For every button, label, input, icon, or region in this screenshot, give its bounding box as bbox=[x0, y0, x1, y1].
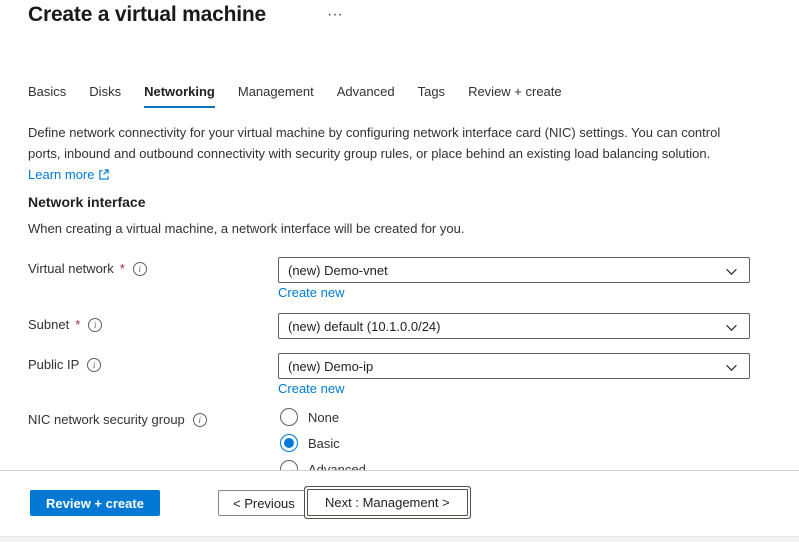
external-link-icon bbox=[98, 169, 109, 180]
public-ip-label: Public IP bbox=[28, 357, 101, 372]
virtual-network-dropdown[interactable]: (new) Demo-vnet bbox=[278, 257, 750, 283]
next-management-button[interactable]: Next : Management > bbox=[307, 489, 468, 516]
tab-review-create[interactable]: Review + create bbox=[468, 84, 562, 108]
radio-icon bbox=[280, 408, 298, 426]
previous-button[interactable]: < Previous bbox=[218, 490, 310, 516]
info-icon[interactable] bbox=[133, 262, 147, 276]
nic-nsg-label-text: NIC network security group bbox=[28, 412, 185, 427]
subnet-value: (new) default (10.1.0.0/24) bbox=[288, 319, 440, 334]
public-ip-value: (new) Demo-ip bbox=[288, 359, 373, 374]
tab-tags[interactable]: Tags bbox=[418, 84, 445, 108]
info-icon[interactable] bbox=[193, 413, 207, 427]
radio-option-none[interactable]: None bbox=[280, 408, 366, 426]
tab-disks[interactable]: Disks bbox=[89, 84, 121, 108]
wizard-tabs: Basics Disks Networking Management Advan… bbox=[28, 84, 562, 108]
more-options-icon[interactable]: ··· bbox=[327, 5, 343, 25]
radio-selected-icon bbox=[280, 434, 298, 452]
page-title: Create a virtual machine bbox=[28, 3, 266, 27]
virtual-network-value: (new) Demo-vnet bbox=[288, 263, 388, 278]
info-icon[interactable] bbox=[87, 358, 101, 372]
info-icon[interactable] bbox=[88, 318, 102, 332]
tab-description: Define network connectivity for your vir… bbox=[28, 122, 733, 185]
tab-advanced[interactable]: Advanced bbox=[337, 84, 395, 108]
virtual-network-label-text: Virtual network bbox=[28, 261, 114, 276]
nic-nsg-label: NIC network security group bbox=[28, 412, 207, 427]
radio-option-basic[interactable]: Basic bbox=[280, 434, 366, 452]
virtual-network-label: Virtual network * bbox=[28, 261, 147, 276]
section-title-network-interface: Network interface bbox=[28, 194, 145, 210]
virtual-network-create-new-link[interactable]: Create new bbox=[278, 285, 344, 300]
tab-basics[interactable]: Basics bbox=[28, 84, 66, 108]
tab-management[interactable]: Management bbox=[238, 84, 314, 108]
tab-networking[interactable]: Networking bbox=[144, 84, 215, 108]
public-ip-dropdown[interactable]: (new) Demo-ip bbox=[278, 353, 750, 379]
public-ip-create-new-link[interactable]: Create new bbox=[278, 381, 344, 396]
chevron-down-icon bbox=[725, 361, 738, 374]
learn-more-link[interactable]: Learn more bbox=[28, 164, 109, 185]
learn-more-label: Learn more bbox=[28, 164, 94, 185]
public-ip-label-text: Public IP bbox=[28, 357, 79, 372]
nic-nsg-radio-group: None Basic Advanced bbox=[280, 408, 366, 478]
chevron-down-icon bbox=[725, 321, 738, 334]
tab-description-text: Define network connectivity for your vir… bbox=[28, 125, 720, 161]
required-asterisk: * bbox=[120, 261, 125, 276]
subnet-label: Subnet * bbox=[28, 317, 102, 332]
bottom-strip bbox=[0, 536, 799, 542]
section-intro-text: When creating a virtual machine, a netwo… bbox=[28, 221, 464, 236]
review-create-button[interactable]: Review + create bbox=[30, 490, 160, 516]
radio-label: None bbox=[308, 410, 339, 425]
required-asterisk: * bbox=[75, 317, 80, 332]
wizard-footer: Review + create < Previous Next : Manage… bbox=[0, 470, 799, 536]
radio-label: Basic bbox=[308, 436, 340, 451]
subnet-dropdown[interactable]: (new) default (10.1.0.0/24) bbox=[278, 313, 750, 339]
create-vm-page: Create a virtual machine ··· Basics Disk… bbox=[0, 0, 799, 542]
chevron-down-icon bbox=[725, 265, 738, 278]
subnet-label-text: Subnet bbox=[28, 317, 69, 332]
